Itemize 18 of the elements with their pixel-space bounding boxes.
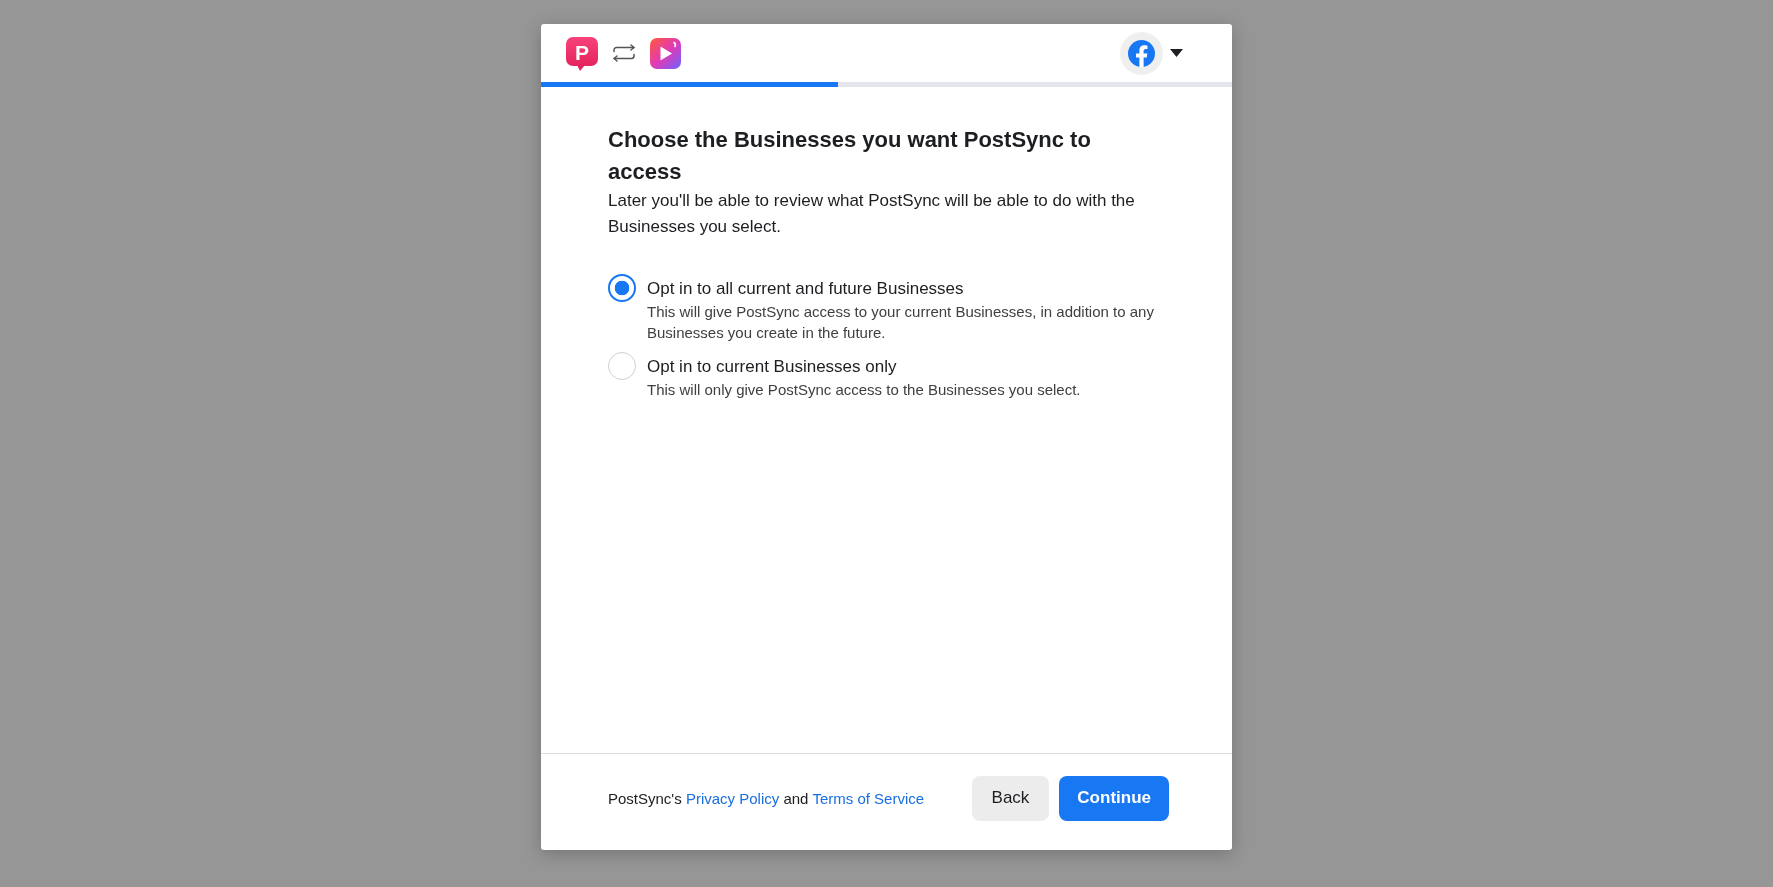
option-label: Opt in to current Businesses only xyxy=(647,356,898,378)
radio-button[interactable] xyxy=(608,274,636,302)
caret-icon[interactable] xyxy=(1170,49,1183,57)
f-logo-icon xyxy=(1128,39,1155,67)
play-app-icon xyxy=(650,37,681,69)
continue-button[interactable]: Continue xyxy=(1059,775,1169,821)
legal-notice: PostSync's Privacy Policy and Terms of Service xyxy=(608,789,925,807)
back-button[interactable]: Back xyxy=(971,775,1050,821)
dialog-description: Later you'll be able to review what PostSync will be able to do with the Businesses you select. xyxy=(608,190,1136,238)
swap-arrows-icon xyxy=(611,44,637,62)
option-description: This will only give PostSync access to the Businesses you select. xyxy=(647,380,1082,400)
legal-link[interactable]: Privacy Policy xyxy=(685,789,780,807)
account-button[interactable] xyxy=(1120,31,1163,75)
legal-link[interactable]: Terms of Service xyxy=(812,789,925,807)
option-label: Opt in to all current and future Businesses xyxy=(647,278,965,300)
app-logo: P xyxy=(566,37,598,71)
dialog-title: Choose the Businesses you want PostSync to access xyxy=(608,126,1092,186)
option-description: This will give PostSync access to your current Businesses, in addition to any Businesses you create in the future. xyxy=(647,302,1155,343)
